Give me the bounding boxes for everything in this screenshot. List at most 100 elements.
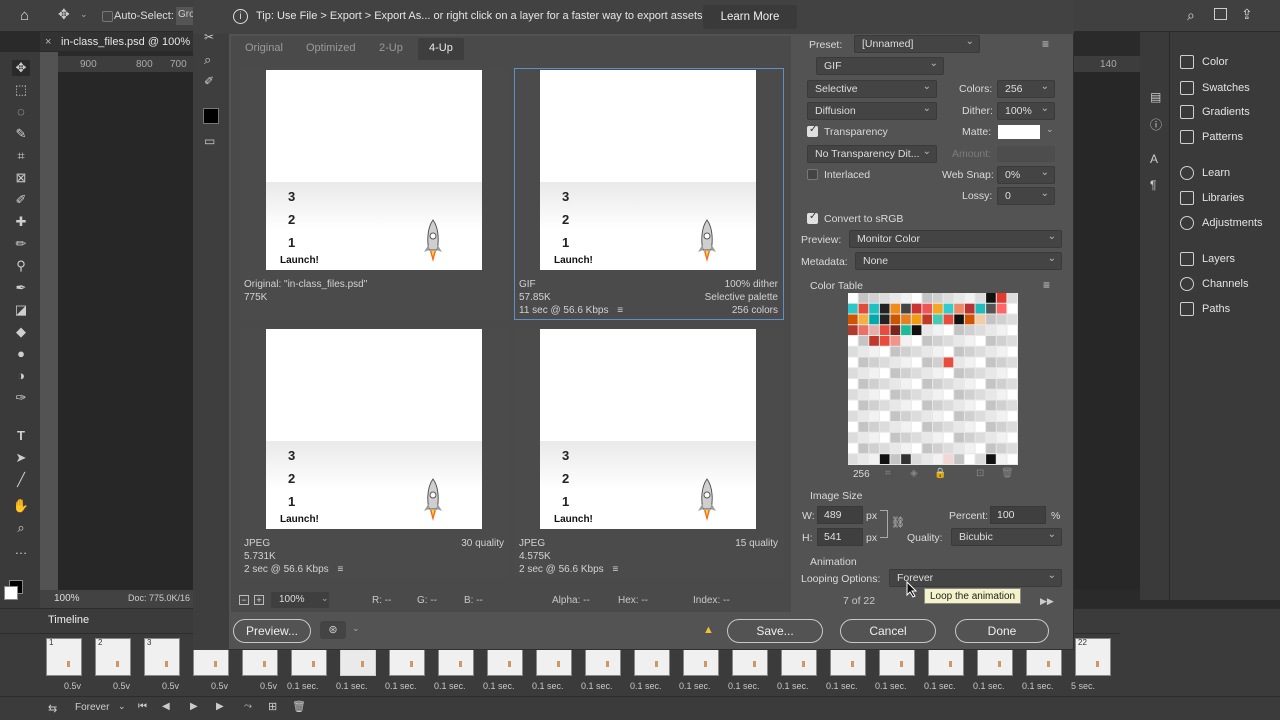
- move-tool-icon[interactable]: ✥: [58, 6, 70, 23]
- auto-select-checkbox[interactable]: [102, 11, 113, 22]
- color-swatch[interactable]: [858, 303, 869, 314]
- color-swatch[interactable]: [1007, 303, 1017, 314]
- paragraph-icon[interactable]: ¶: [1150, 178, 1156, 192]
- color-swatch[interactable]: [954, 325, 964, 335]
- color-swatch[interactable]: [964, 400, 975, 411]
- color-swatch[interactable]: [943, 400, 954, 411]
- color-swatch[interactable]: [922, 368, 932, 378]
- loop-select[interactable]: Forever: [75, 702, 109, 713]
- color-swatch[interactable]: [975, 314, 986, 325]
- stamp-tool-icon[interactable]: ⚲: [12, 258, 30, 274]
- learn-more-button[interactable]: Learn More: [703, 5, 797, 29]
- color-swatch[interactable]: [954, 379, 964, 389]
- lasso-tool-icon[interactable]: ◌: [12, 104, 30, 120]
- color-swatch[interactable]: [901, 411, 911, 421]
- color-swatch[interactable]: [933, 389, 943, 400]
- color-swatch[interactable]: [943, 314, 954, 325]
- color-swatch[interactable]: [954, 389, 964, 400]
- color-swatch[interactable]: [848, 314, 858, 325]
- color-swatch[interactable]: [890, 336, 901, 346]
- type-tool-icon[interactable]: T: [12, 428, 30, 444]
- color-swatch[interactable]: [996, 422, 1007, 432]
- zoom-out-icon[interactable]: −: [239, 595, 249, 605]
- panel-patterns[interactable]: Patterns: [1180, 127, 1243, 147]
- color-swatch[interactable]: [911, 454, 922, 464]
- color-swatch[interactable]: [1007, 400, 1017, 411]
- color-swatch[interactable]: [848, 432, 858, 443]
- color-swatch[interactable]: [933, 357, 943, 368]
- tab-optimized[interactable]: Optimized: [306, 42, 356, 54]
- color-swatch[interactable]: [986, 314, 996, 325]
- color-swatch[interactable]: [986, 389, 996, 400]
- color-swatch[interactable]: [858, 432, 869, 443]
- home-icon[interactable]: ⌂: [20, 7, 29, 24]
- color-swatch[interactable]: [933, 346, 943, 357]
- color-swatch[interactable]: [986, 454, 996, 464]
- info-icon[interactable]: ⓘ: [1150, 116, 1162, 133]
- color-swatch[interactable]: [943, 325, 954, 335]
- color-swatch[interactable]: [911, 325, 922, 335]
- history-icon[interactable]: ▤: [1150, 90, 1161, 104]
- move-tool-icon[interactable]: ✥: [12, 60, 30, 76]
- color-swatch[interactable]: [954, 293, 964, 303]
- marquee-tool-icon[interactable]: ⬚: [12, 82, 30, 98]
- color-swatch[interactable]: [996, 432, 1007, 443]
- preview-button[interactable]: Preview...: [233, 619, 311, 643]
- color-swatch[interactable]: [933, 443, 943, 454]
- play-icon[interactable]: ▶: [190, 701, 198, 712]
- color-swatch[interactable]: [869, 432, 879, 443]
- frame-delay[interactable]: 0.1 sec.: [826, 681, 858, 691]
- color-swatch[interactable]: [890, 443, 901, 454]
- color-swatch[interactable]: [943, 303, 954, 314]
- frame-delay[interactable]: 0.1 sec.: [728, 681, 760, 691]
- color-swatch[interactable]: [848, 379, 858, 389]
- color-swatch[interactable]: [996, 400, 1007, 411]
- transparency-dither-select[interactable]: No Transparency Dit...: [807, 144, 937, 163]
- pen-tool-icon[interactable]: ✑: [12, 390, 30, 406]
- color-swatch[interactable]: [943, 336, 954, 346]
- width-field[interactable]: 489: [817, 506, 863, 524]
- tab-original[interactable]: Original: [245, 42, 283, 54]
- frame-delay[interactable]: 5 sec.: [1071, 681, 1095, 691]
- color-swatch[interactable]: [922, 454, 932, 464]
- color-swatch[interactable]: [986, 293, 996, 303]
- browser-icon[interactable]: ⊛: [320, 621, 346, 639]
- chevron-down-icon[interactable]: ⌄: [118, 701, 126, 712]
- search-icon[interactable]: ⌕: [1187, 7, 1195, 24]
- color-swatch[interactable]: [1007, 432, 1017, 443]
- zoom-tool-icon[interactable]: ⌕: [204, 52, 211, 68]
- color-swatch[interactable]: [933, 411, 943, 421]
- preview-menu-icon[interactable]: ≡: [612, 564, 618, 575]
- color-swatch[interactable]: [858, 368, 869, 378]
- color-swatch[interactable]: [986, 346, 996, 357]
- color-swatch[interactable]: [964, 293, 975, 303]
- frame-delay[interactable]: 0.1 sec.: [287, 681, 319, 691]
- color-swatch[interactable]: [933, 303, 943, 314]
- zoom-in-icon[interactable]: +: [254, 595, 264, 605]
- tab-2-up[interactable]: 2-Up: [379, 42, 403, 54]
- color-swatch[interactable]: [1007, 379, 1017, 389]
- color-swatch[interactable]: [933, 336, 943, 346]
- color-swatch[interactable]: [848, 303, 858, 314]
- color-swatch[interactable]: [848, 411, 858, 421]
- color-swatch[interactable]: [943, 293, 954, 303]
- color-swatch[interactable]: [975, 293, 986, 303]
- color-swatch[interactable]: [954, 336, 964, 346]
- color-swatch[interactable]: [858, 325, 869, 335]
- color-swatch[interactable]: [943, 422, 954, 432]
- close-icon[interactable]: ×: [45, 36, 51, 48]
- color-swatch[interactable]: [964, 411, 975, 421]
- eraser-tool-icon[interactable]: ◪: [12, 302, 30, 318]
- color-swatch[interactable]: [975, 400, 986, 411]
- color-swatch[interactable]: [1007, 293, 1017, 303]
- color-table-menu-icon[interactable]: ≡: [1043, 278, 1050, 292]
- color-swatch[interactable]: [869, 443, 879, 454]
- map-color-icon[interactable]: ⌗: [885, 468, 891, 479]
- color-swatch[interactable]: [901, 325, 911, 335]
- color-swatch[interactable]: [954, 443, 964, 454]
- color-swatch[interactable]: [964, 422, 975, 432]
- format-select[interactable]: GIF: [816, 56, 944, 75]
- color-swatch[interactable]: [1007, 357, 1017, 368]
- color-swatch[interactable]: [890, 303, 901, 314]
- color-swatch[interactable]: [848, 454, 858, 464]
